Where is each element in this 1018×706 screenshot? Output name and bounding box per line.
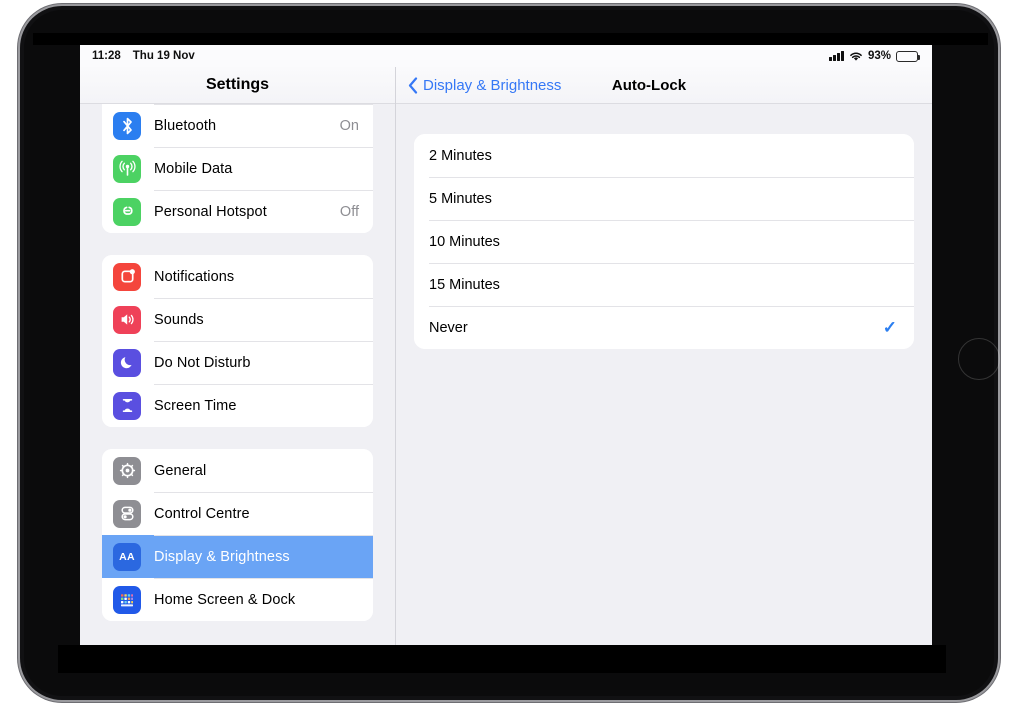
detail-pane: Display & Brightness Auto-Lock 2 Minutes… <box>396 67 932 645</box>
sidebar-item-label: Notifications <box>154 268 235 285</box>
control-centre-icon <box>113 499 141 528</box>
status-bar-left: 11:28 Thu 19 Nov <box>92 50 195 62</box>
ipad-screen: 11:28 Thu 19 Nov 93% Settings Bluetooth … <box>80 45 932 645</box>
sidebar-item-label: Sounds <box>154 311 204 328</box>
option-row[interactable]: 15 Minutes ✓ <box>414 263 914 306</box>
personal-hotspot-icon <box>113 197 141 226</box>
sidebar-item-label: General <box>154 462 207 479</box>
option-label: 2 Minutes <box>429 147 492 164</box>
option-label: 10 Minutes <box>429 233 500 250</box>
sidebar-item-label: Screen Time <box>154 397 237 414</box>
status-bar-right: 93% <box>829 50 921 62</box>
option-row[interactable]: Never ✓ <box>414 306 914 349</box>
sidebar-item-mobile-data[interactable]: Mobile Data <box>102 147 373 190</box>
option-label: Never <box>429 319 468 336</box>
sidebar-item-personal-hotspot[interactable]: Personal Hotspot Off <box>102 190 373 233</box>
checkmark-icon: ✓ <box>882 318 897 337</box>
home-screen-dock-icon <box>113 585 141 614</box>
sidebar-item-home-screen-dock[interactable]: Home Screen & Dock <box>102 578 373 621</box>
sidebar-item-label: Mobile Data <box>154 160 233 177</box>
status-bar: 11:28 Thu 19 Nov 93% <box>80 45 932 67</box>
battery-icon <box>896 50 921 62</box>
sidebar-item-value: Off <box>339 203 359 220</box>
back-button[interactable]: Display & Brightness <box>408 77 561 94</box>
sidebar-item-label: Home Screen & Dock <box>154 591 296 608</box>
settings-sidebar: Settings Bluetooth On Mobile Data Person… <box>80 67 396 645</box>
status-date: Thu 19 Nov <box>132 50 195 62</box>
sidebar-item-notifications[interactable]: Notifications <box>102 255 373 298</box>
option-row[interactable]: 10 Minutes ✓ <box>414 220 914 263</box>
sidebar-item-label: Bluetooth <box>154 117 217 134</box>
mobile-data-icon <box>113 154 141 183</box>
split-view: Settings Bluetooth On Mobile Data Person… <box>80 67 932 645</box>
sidebar-item-bluetooth[interactable]: Bluetooth On <box>102 104 373 147</box>
sidebar-group-system: General Control Centre AA Display & Brig… <box>102 449 373 621</box>
notifications-icon <box>113 262 141 291</box>
sidebar-item-label: Do Not Disturb <box>154 354 251 371</box>
sidebar-item-label: Control Centre <box>154 505 250 522</box>
sidebar-item-display-brightness[interactable]: AA Display & Brightness <box>102 535 373 578</box>
sidebar-header: Settings <box>80 67 395 104</box>
capture-occlusion-bottom <box>58 645 946 673</box>
sidebar-item-screen-time[interactable]: Screen Time <box>102 384 373 427</box>
capture-occlusion-top <box>33 33 988 45</box>
back-button-label: Display & Brightness <box>423 76 562 94</box>
battery-percent: 93% <box>867 50 891 62</box>
bluetooth-icon <box>113 111 141 140</box>
sidebar-item-label: Display & Brightness <box>154 548 290 565</box>
chevron-left-icon <box>408 76 418 94</box>
screen-time-icon <box>113 391 141 420</box>
sidebar-item-general[interactable]: General <box>102 449 373 492</box>
display-brightness-icon: AA <box>113 542 141 571</box>
detail-header: Display & Brightness Auto-Lock <box>396 67 932 104</box>
sidebar-item-control-centre[interactable]: Control Centre <box>102 492 373 535</box>
home-button[interactable] <box>958 338 1000 380</box>
sidebar-item-do-not-disturb[interactable]: Do Not Disturb <box>102 341 373 384</box>
option-label: 5 Minutes <box>429 190 492 207</box>
sidebar-group-alerts: Notifications Sounds Do Not Disturb Scre… <box>102 255 373 427</box>
sidebar-group-connectivity: Bluetooth On Mobile Data Personal Hotspo… <box>102 82 373 233</box>
option-label: 15 Minutes <box>429 276 500 293</box>
status-time: 11:28 <box>92 50 121 62</box>
do-not-disturb-icon <box>113 348 141 377</box>
page-title: Settings <box>205 76 270 93</box>
sidebar-item-label: Personal Hotspot <box>154 203 267 220</box>
sidebar-scroll-area[interactable]: Bluetooth On Mobile Data Personal Hotspo… <box>80 82 395 645</box>
sidebar-item-value: On <box>339 117 359 134</box>
wifi-icon <box>849 51 863 62</box>
sounds-icon <box>113 305 141 334</box>
cellular-signal-icon <box>829 51 844 61</box>
general-icon <box>113 456 141 485</box>
sidebar-item-sounds[interactable]: Sounds <box>102 298 373 341</box>
option-row[interactable]: 2 Minutes ✓ <box>414 134 914 177</box>
auto-lock-options-list: 2 Minutes ✓ 5 Minutes ✓ 10 Minutes ✓ 15 … <box>414 134 914 349</box>
option-row[interactable]: 5 Minutes ✓ <box>414 177 914 220</box>
